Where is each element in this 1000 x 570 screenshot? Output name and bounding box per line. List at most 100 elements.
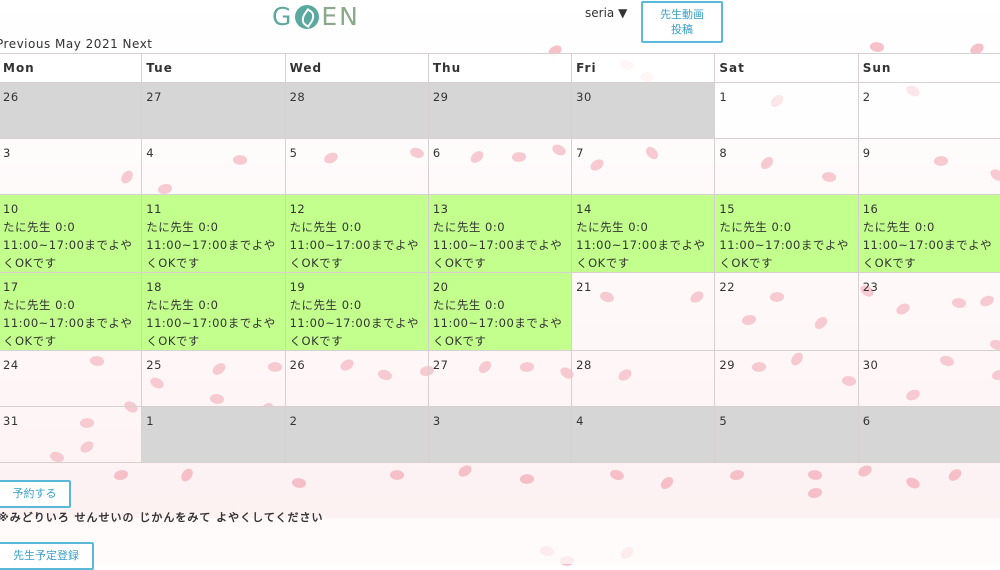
day-number: 2 [862, 90, 871, 104]
calendar-day-cell[interactable]: 9 [857, 138, 1000, 195]
calendar-day-cell[interactable]: 4 [141, 138, 286, 195]
day-number: 5 [289, 146, 298, 160]
calendar-week-row: 3 4 5 6 7 8 9 [0, 138, 1000, 195]
teacher-slot[interactable]: たに先生 0:0 [433, 296, 571, 314]
day-number: 7 [576, 146, 584, 160]
day-number: 22 [719, 280, 736, 294]
calendar-day-cell[interactable]: 28 [571, 350, 716, 407]
calendar-day-cell[interactable]: 3 [427, 406, 573, 463]
calendar-week-row: 10 たに先生 0:0 11:00~17:00までよやくOKです 11 たに先生 0:0… [0, 194, 1000, 273]
calendar-day-cell[interactable]: 2 [857, 82, 1000, 139]
teacher-slot[interactable]: たに先生 0:0 [863, 218, 1000, 236]
teacher-slot[interactable]: たに先生 0:0 [433, 218, 571, 236]
calendar-day-cell[interactable]: 22 [714, 272, 859, 351]
weekday-header-wed: Wed [284, 53, 429, 83]
day-number: 3 [432, 414, 441, 428]
weekday-header-sun: Sun [857, 53, 1000, 83]
weekday-header-mon: Mon [0, 53, 143, 83]
day-number: 8 [719, 146, 728, 160]
calendar-day-cell[interactable]: 31 [0, 406, 143, 463]
day-number: 25 [146, 358, 162, 372]
leaf-icon [295, 4, 320, 29]
slot-note: 11:00~17:00までよやくOKです [3, 316, 133, 348]
calendar-day-cell[interactable]: 5 [714, 406, 859, 463]
calendar-day-available[interactable]: 20 たに先生 0:0 11:00~17:00までよやくOKです [427, 272, 573, 351]
calendar-day-cell[interactable]: 7 [571, 138, 716, 195]
calendar-day-available[interactable]: 12 たに先生 0:0 11:00~17:00までよやくOKです [284, 194, 429, 273]
calendar-day-cell[interactable]: 1 [714, 82, 859, 139]
slot-note: 11:00~17:00までよやくOKです [432, 316, 563, 348]
calendar-day-available[interactable]: 11 たに先生 0:0 11:00~17:00までよやくOKです [141, 194, 286, 273]
teacher-slot[interactable]: たに先生 0:0 [3, 296, 141, 314]
reservation-note: ※みどりいろ せんせいの じかんをみて よやくしてください [0, 511, 324, 524]
calendar-day-cell[interactable]: 25 [141, 350, 286, 407]
previous-month-link[interactable]: Previous [0, 37, 51, 51]
day-number: 27 [432, 358, 449, 372]
teacher-slot[interactable]: たに先生 0:0 [719, 218, 857, 236]
goen-logo[interactable]: G EN [272, 2, 360, 31]
calendar-day-available[interactable]: 16 たに先生 0:0 11:00~17:00までよやくOKです [857, 194, 1000, 273]
calendar-day-cell[interactable]: 30 [571, 82, 716, 139]
petal-decoration [178, 466, 196, 484]
calendar-day-cell[interactable]: 26 [0, 82, 143, 139]
day-number: 18 [146, 280, 162, 294]
next-month-link[interactable]: Next [123, 37, 153, 51]
calendar-day-cell[interactable]: 5 [284, 138, 429, 195]
calendar-day-cell[interactable]: 30 [857, 350, 1000, 407]
petal-decoration [856, 464, 874, 478]
day-number: 31 [3, 414, 19, 428]
day-number: 6 [862, 414, 871, 428]
calendar-day-cell[interactable]: 27 [141, 82, 286, 139]
reserve-button[interactable]: 予約する [0, 480, 71, 508]
day-number: 28 [289, 90, 306, 104]
calendar-table: Mon Tue Wed Thu Fri Sat Sun 26 27 28 29 30 1 2 3 4 5 6 7 8… [0, 53, 1000, 463]
calendar-day-available[interactable]: 18 たに先生 0:0 11:00~17:00までよやくOKです [141, 272, 286, 351]
teacher-schedule-register-button[interactable]: 先生予定登録 [0, 542, 94, 570]
day-number: 19 [289, 280, 306, 294]
day-number: 21 [576, 280, 592, 294]
user-menu[interactable]: seria ▼ [585, 6, 627, 20]
calendar-day-cell[interactable]: 29 [714, 350, 859, 407]
teacher-slot[interactable]: たに先生 0:0 [576, 218, 714, 236]
calendar-day-available[interactable]: 14 たに先生 0:0 11:00~17:00までよやくOKです [571, 194, 716, 273]
calendar-day-cell[interactable]: 21 [571, 272, 716, 351]
day-number: 28 [576, 358, 592, 372]
petal-decoration [114, 470, 128, 480]
calendar-day-cell[interactable]: 29 [427, 82, 573, 139]
calendar-day-cell[interactable]: 6 [427, 138, 573, 195]
weekday-header-sat: Sat [714, 53, 859, 83]
calendar-day-available[interactable]: 10 たに先生 0:0 11:00~17:00までよやくOKです [0, 194, 143, 273]
calendar-day-available[interactable]: 17 たに先生 0:0 11:00~17:00までよやくOKです [0, 272, 143, 351]
month-title: May 2021 [55, 37, 119, 51]
day-number: 26 [3, 90, 19, 104]
teacher-slot[interactable]: たに先生 0:0 [3, 218, 141, 236]
calendar-day-cell[interactable]: 28 [284, 82, 429, 139]
calendar-day-cell[interactable]: 23 [857, 272, 1000, 351]
teacher-slot[interactable]: たに先生 0:0 [146, 296, 284, 314]
petal-decoration [388, 468, 406, 482]
calendar-day-cell[interactable]: 27 [427, 350, 573, 407]
calendar-day-cell[interactable]: 2 [284, 406, 429, 463]
petal-decoration [658, 475, 676, 491]
calendar-day-cell[interactable]: 3 [0, 138, 143, 195]
calendar-day-available[interactable]: 19 たに先生 0:0 11:00~17:00までよやくOKです [284, 272, 429, 351]
day-number: 3 [3, 146, 11, 160]
calendar-week-row: 31 1 2 3 4 5 6 [0, 406, 1000, 463]
calendar-day-cell[interactable]: 4 [571, 406, 716, 463]
teacher-slot[interactable]: たに先生 0:0 [290, 296, 428, 314]
calendar-day-available[interactable]: 13 たに先生 0:0 11:00~17:00までよやくOKです [427, 194, 573, 273]
upload-button-line2: 投稿 [671, 23, 693, 36]
calendar-day-cell[interactable]: 1 [141, 406, 286, 463]
day-number: 6 [432, 146, 441, 160]
calendar-day-cell[interactable]: 24 [0, 350, 143, 407]
calendar-day-cell[interactable]: 8 [714, 138, 859, 195]
calendar-day-available[interactable]: 15 たに先生 0:0 11:00~17:00までよやくOKです [714, 194, 859, 273]
day-number: 24 [3, 358, 19, 372]
slot-note: 11:00~17:00までよやくOKです [576, 238, 706, 270]
teacher-video-upload-button[interactable]: 先生動画 投稿 [641, 1, 723, 43]
teacher-slot[interactable]: たに先生 0:0 [146, 218, 284, 236]
petal-decoration [806, 467, 824, 483]
calendar-day-cell[interactable]: 6 [857, 406, 1000, 463]
calendar-day-cell[interactable]: 26 [284, 350, 429, 407]
teacher-slot[interactable]: たに先生 0:0 [290, 218, 428, 236]
